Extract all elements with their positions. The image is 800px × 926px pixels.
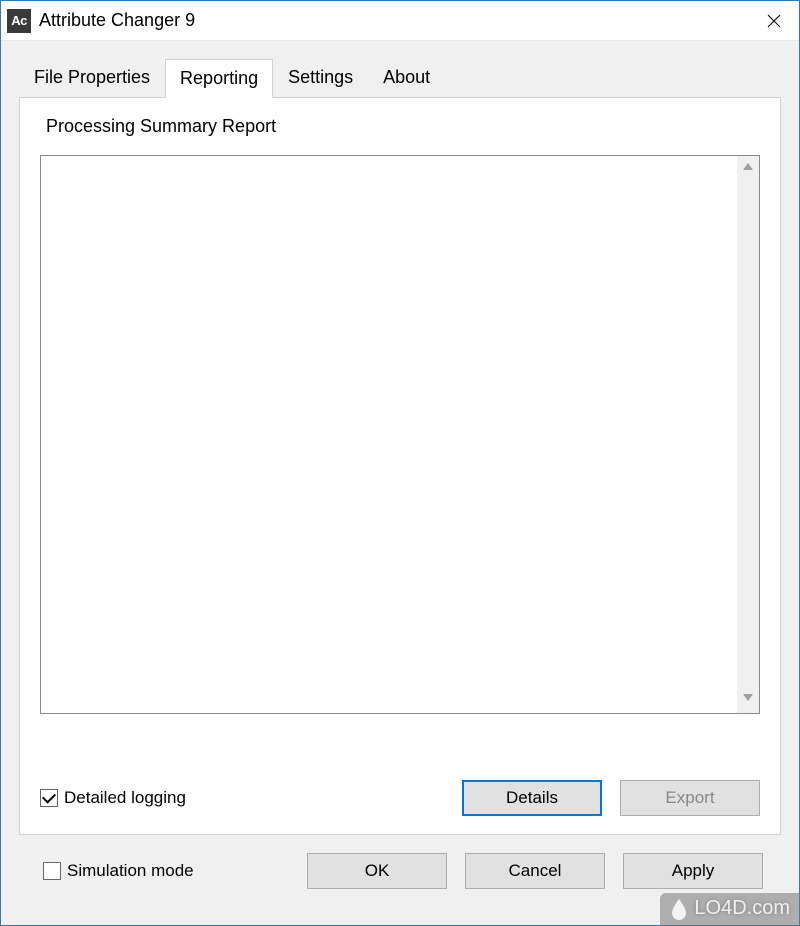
tab-about[interactable]: About — [368, 58, 445, 97]
detailed-logging-label: Detailed logging — [64, 788, 186, 808]
close-button[interactable] — [749, 1, 799, 41]
tab-bar: File Properties Reporting Settings About — [19, 59, 781, 97]
apply-button[interactable]: Apply — [623, 853, 763, 889]
vertical-scrollbar[interactable] — [737, 156, 759, 713]
simulation-mode-label: Simulation mode — [67, 861, 194, 881]
report-listbox[interactable] — [40, 155, 760, 714]
bottom-buttons: OK Cancel Apply — [307, 853, 763, 889]
tab-settings[interactable]: Settings — [273, 58, 368, 97]
dialog-button-bar: Simulation mode OK Cancel Apply — [19, 835, 781, 907]
client-area: File Properties Reporting Settings About… — [1, 41, 799, 925]
tab-panel-reporting: Processing Summary Report Detailed loggi… — [19, 97, 781, 835]
app-icon: Ac — [7, 9, 31, 33]
tab-file-properties[interactable]: File Properties — [19, 58, 165, 97]
panel-footer: Detailed logging Details Export — [40, 774, 760, 816]
ok-button[interactable]: OK — [307, 853, 447, 889]
application-window: Ac Attribute Changer 9 File Properties R… — [0, 0, 800, 926]
details-button[interactable]: Details — [462, 780, 602, 816]
tab-reporting[interactable]: Reporting — [165, 59, 273, 98]
cancel-button[interactable]: Cancel — [465, 853, 605, 889]
detailed-logging-row: Detailed logging — [40, 788, 186, 808]
simulation-mode-row: Simulation mode — [43, 861, 194, 881]
titlebar: Ac Attribute Changer 9 — [1, 1, 799, 41]
report-content — [41, 156, 737, 713]
scroll-down-arrow-icon[interactable] — [741, 690, 755, 709]
panel-button-row: Details Export — [462, 780, 760, 816]
detailed-logging-checkbox[interactable] — [40, 789, 58, 807]
scroll-up-arrow-icon[interactable] — [741, 160, 755, 179]
close-icon — [767, 14, 781, 28]
panel-heading: Processing Summary Report — [46, 116, 760, 137]
export-button: Export — [620, 780, 760, 816]
window-title: Attribute Changer 9 — [39, 10, 749, 31]
simulation-mode-checkbox[interactable] — [43, 862, 61, 880]
